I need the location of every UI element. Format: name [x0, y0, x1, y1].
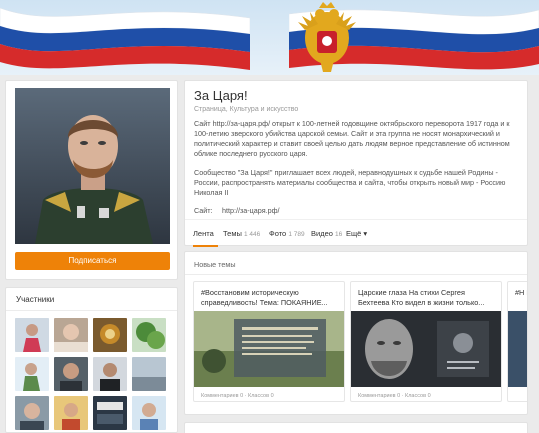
- tab-label: Лента: [193, 229, 214, 238]
- tab-topics[interactable]: Темы 1 446: [223, 229, 260, 238]
- tab-count: 1 789: [288, 231, 305, 238]
- member-photo: [54, 318, 88, 352]
- member-avatar[interactable]: [93, 357, 127, 391]
- tab-more[interactable]: Ещё ▾: [346, 229, 367, 238]
- site-link[interactable]: http://за-царя.рф/: [222, 206, 280, 215]
- member-avatar[interactable]: [93, 396, 127, 430]
- topic-image-graphic: [351, 311, 501, 387]
- group-description: Сайт http://за-царя.рф/ открыт к 100-лет…: [194, 119, 510, 158]
- member-photo: [15, 318, 49, 352]
- member-photo: [132, 318, 166, 352]
- page-scrollbar[interactable]: [531, 80, 539, 433]
- group-profile-card: Подписаться: [5, 80, 178, 280]
- members-title: Участники: [16, 295, 55, 304]
- member-avatar[interactable]: [15, 396, 49, 430]
- member-photo: [93, 357, 127, 391]
- group-tabs: Лента Темы 1 446 Фото 1 789 Видео 16 Ещё…: [185, 219, 527, 247]
- member-avatar[interactable]: [132, 396, 166, 430]
- tab-count: 16: [335, 231, 343, 238]
- member-photo: [132, 396, 166, 430]
- tab-count: 1 446: [243, 231, 261, 238]
- tab-label: Темы: [223, 229, 242, 238]
- topic-meta: Комментариев 0 · Классов 0: [358, 393, 431, 399]
- group-category[interactable]: Страница, Культура и искусство: [194, 106, 298, 113]
- group-title: За Царя!: [194, 88, 248, 103]
- cover-banner: [0, 0, 539, 75]
- group-info-card: За Царя! Страница, Культура и искусство …: [184, 80, 528, 247]
- russian-flag-left: [0, 7, 250, 70]
- topic-card[interactable]: Царские глаза На стихи Сергея Бехтеева К…: [350, 281, 502, 402]
- member-photo: [132, 357, 166, 391]
- tab-label: Фото: [269, 229, 287, 238]
- new-topics-card: Новые темы #Восстановим историческую спр…: [184, 251, 528, 415]
- tab-photos[interactable]: Фото 1 789: [269, 229, 305, 238]
- divider: [6, 310, 177, 311]
- members-card: Участники: [5, 287, 178, 433]
- topic-title[interactable]: #Н П: [515, 288, 527, 308]
- divider: [185, 274, 527, 275]
- member-avatar[interactable]: [15, 357, 49, 391]
- new-topics-title: Новые темы: [194, 260, 236, 269]
- post-card-partial: [184, 422, 528, 433]
- topic-image[interactable]: [194, 311, 344, 387]
- tab-feed[interactable]: Лента: [193, 229, 214, 238]
- member-avatar[interactable]: [93, 318, 127, 352]
- member-avatar[interactable]: [54, 357, 88, 391]
- topic-meta: Комментариев 0 · Классов 0: [201, 393, 274, 399]
- portrait-image: [15, 88, 170, 244]
- member-photo: [54, 357, 88, 391]
- topic-title[interactable]: #Восстановим историческую справедливость…: [201, 288, 341, 308]
- topic-image[interactable]: [351, 311, 501, 387]
- coat-of-arms-icon: [298, 2, 356, 72]
- subscribe-button[interactable]: Подписаться: [15, 252, 170, 270]
- group-invitation: Сообщество "За Царя!" приглашает всех лю…: [194, 168, 506, 197]
- site-label: Сайт:: [194, 206, 213, 215]
- topic-image-graphic: [508, 311, 527, 387]
- member-photo: [93, 318, 127, 352]
- member-photo: [54, 396, 88, 430]
- member-photo: [15, 396, 49, 430]
- member-avatar[interactable]: [132, 357, 166, 391]
- tab-label: Видео: [311, 229, 333, 238]
- member-avatar[interactable]: [54, 318, 88, 352]
- member-photo: [93, 396, 127, 430]
- member-avatar[interactable]: [54, 396, 88, 430]
- topic-card[interactable]: #Н П: [507, 281, 527, 402]
- topic-image[interactable]: [508, 311, 527, 387]
- topic-title[interactable]: Царские глаза На стихи Сергея Бехтеева К…: [358, 288, 498, 308]
- tab-videos[interactable]: Видео 16: [311, 229, 342, 238]
- member-avatar[interactable]: [132, 318, 166, 352]
- member-avatar[interactable]: [15, 318, 49, 352]
- group-avatar[interactable]: [15, 88, 170, 244]
- member-photo: [15, 357, 49, 391]
- topic-card[interactable]: #Восстановим историческую справедливость…: [193, 281, 345, 402]
- topic-image-graphic: [194, 311, 344, 387]
- tab-label: Ещё ▾: [346, 229, 368, 238]
- active-tab-indicator: [193, 245, 218, 247]
